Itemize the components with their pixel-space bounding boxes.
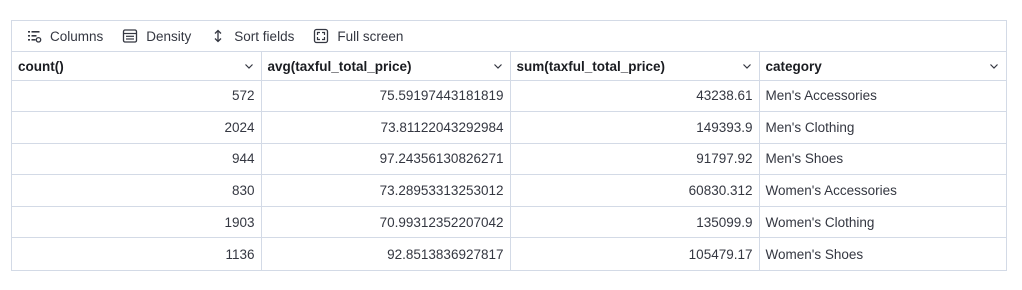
sort-fields-label: Sort fields (234, 28, 295, 44)
cell-sum-price[interactable]: 43238.61 (510, 80, 760, 113)
table-row: 2024 73.81122043292984 149393.9 Men's Cl… (12, 111, 1006, 144)
column-header-sum-price[interactable]: sum(taxful_total_price) (510, 52, 760, 81)
cell-category[interactable]: Men's Shoes (759, 143, 1006, 176)
cell-count[interactable]: 830 (12, 174, 262, 207)
density-label: Density (146, 28, 192, 44)
table-row: 1903 70.99312352207042 135099.9 Women's … (12, 206, 1006, 239)
chevron-down-icon[interactable] (988, 60, 1000, 72)
density-button[interactable]: Density (122, 28, 191, 44)
column-header-avg-price[interactable]: avg(taxful_total_price) (261, 52, 511, 81)
column-header-label: avg(taxful_total_price) (267, 58, 412, 74)
cell-count[interactable]: 572 (12, 80, 262, 113)
cell-category[interactable]: Men's Accessories (759, 80, 1006, 113)
chevron-down-icon[interactable] (741, 60, 753, 72)
column-header-count[interactable]: count() (12, 52, 262, 81)
cell-category[interactable]: Women's Accessories (759, 174, 1006, 207)
cell-sum-price[interactable]: 149393.9 (510, 111, 760, 144)
cell-count[interactable]: 944 (12, 143, 262, 176)
cell-avg-price[interactable]: 70.99312352207042 (261, 206, 511, 239)
cell-count[interactable]: 2024 (12, 111, 262, 144)
data-grid: Columns Density Sort fields Full screen … (11, 20, 1007, 271)
grid-toolbar: Columns Density Sort fields Full screen (12, 21, 1006, 52)
cell-category[interactable]: Women's Shoes (759, 238, 1006, 270)
chevron-down-icon[interactable] (492, 60, 504, 72)
cell-category[interactable]: Women's Clothing (759, 206, 1006, 239)
columns-button[interactable]: Columns (26, 28, 103, 44)
column-header-label: sum(taxful_total_price) (516, 58, 666, 74)
density-icon (122, 28, 138, 44)
cell-category[interactable]: Men's Clothing (759, 111, 1006, 144)
cell-sum-price[interactable]: 135099.9 (510, 206, 760, 239)
table-row: 1136 92.8513836927817 105479.17 Women's … (12, 237, 1006, 270)
table-row: 572 75.59197443181819 43238.61 Men's Acc… (12, 80, 1006, 113)
cell-avg-price[interactable]: 73.28953313253012 (261, 174, 511, 207)
cell-sum-price[interactable]: 105479.17 (510, 237, 760, 270)
full-screen-icon (313, 28, 329, 44)
full-screen-button[interactable]: Full screen (313, 28, 403, 44)
sort-fields-button[interactable]: Sort fields (210, 28, 294, 44)
table-row: 830 73.28953313253012 60830.312 Women's … (12, 174, 1006, 207)
column-header-label: category (765, 58, 822, 74)
header-row: count() avg(taxful_total_price) sum(taxf… (12, 52, 1006, 81)
cell-avg-price[interactable]: 92.8513836927817 (261, 237, 511, 270)
results-table: count() avg(taxful_total_price) sum(taxf… (12, 52, 1006, 270)
cell-avg-price[interactable]: 75.59197443181819 (261, 80, 511, 113)
cell-count[interactable]: 1903 (12, 206, 262, 239)
columns-label: Columns (50, 28, 104, 44)
table-row: 944 97.24356130826271 91797.92 Men's Sho… (12, 143, 1006, 176)
column-header-label: count() (18, 58, 64, 74)
cell-sum-price[interactable]: 60830.312 (510, 174, 760, 207)
cell-avg-price[interactable]: 97.24356130826271 (261, 143, 511, 176)
cell-avg-price[interactable]: 73.81122043292984 (261, 111, 511, 144)
cell-sum-price[interactable]: 91797.92 (510, 143, 760, 176)
sort-icon (210, 28, 226, 44)
columns-icon (26, 28, 42, 44)
full-screen-label: Full screen (337, 28, 404, 44)
column-header-category[interactable]: category (759, 52, 1006, 81)
cell-count[interactable]: 1136 (12, 237, 262, 270)
chevron-down-icon[interactable] (243, 60, 255, 72)
